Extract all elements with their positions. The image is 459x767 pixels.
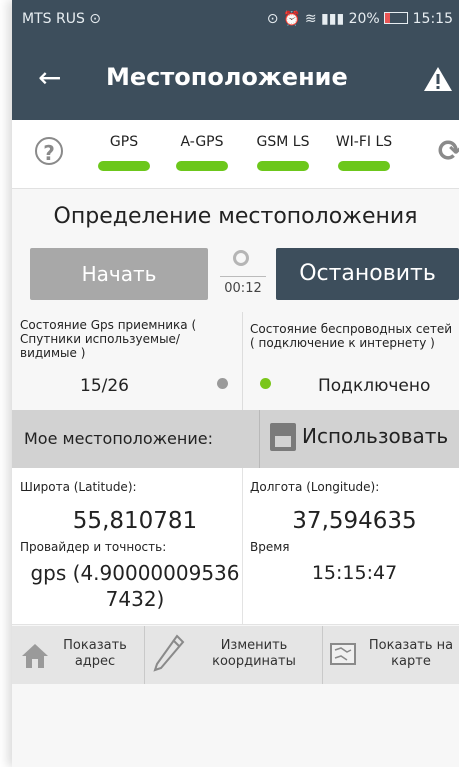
signal-icon: ▮▮▮ (321, 11, 345, 27)
use-location-text: Использовать (302, 424, 449, 448)
edit-coordinates-text: Изменить координаты (212, 638, 296, 669)
tab-a-gps[interactable]: A-GPS (172, 134, 232, 171)
wireless-status-dot (260, 378, 271, 389)
satellite-count: 15/26 (80, 376, 129, 396)
status-icons: ⊙ ⏰ ≋ ▮▮▮ 20% 15:15 (267, 11, 453, 27)
warning-icon[interactable] (423, 66, 453, 96)
tab-gps-label: GPS (109, 134, 139, 150)
gps-status-label: Состояние Gps приемника ( Спутники испол… (20, 318, 197, 360)
latitude-label: Широта (Latitude): (20, 480, 137, 494)
tab-gsm-ls-label: GSM LS (256, 134, 310, 150)
provider-value: gps (4.90000009536 7432) (30, 561, 240, 611)
map-icon (330, 643, 356, 665)
wifi-icon: ≋ (304, 11, 317, 27)
bottom-action-bar: Показать адрес Изменить координаты Показ… (12, 626, 459, 684)
wireless-status-label: Состояние беспроводных сетей ( подключен… (250, 322, 452, 350)
tab-a-gps-indicator (176, 161, 228, 171)
status-bar: MTS RUS ⊙ ⊙ ⏰ ≋ ▮▮▮ 20% 15:15 (12, 0, 459, 40)
use-location-button[interactable]: Использовать (259, 410, 459, 468)
tab-gsm-ls-indicator (257, 161, 309, 171)
back-arrow-icon[interactable]: ← (38, 60, 61, 96)
help-icon[interactable]: ? (35, 137, 63, 165)
home-icon (22, 644, 48, 668)
vpn-icon: ⊙ (89, 11, 102, 27)
tab-a-gps-label: A-GPS (180, 134, 224, 150)
wireless-status-value: Подключено (318, 376, 431, 396)
coordinates-right-column: Долгота (Longitude): 37,594635 Время 15:… (250, 480, 459, 584)
coordinates-panel: Широта (Latitude): 55,810781 Провайдер и… (12, 468, 459, 625)
tab-gsm-ls[interactable]: GSM LS (251, 134, 315, 171)
show-on-map-button[interactable]: Показать на карте (323, 626, 459, 684)
phone-screen: MTS RUS ⊙ ⊙ ⏰ ≋ ▮▮▮ 20% 15:15 ← Местопол… (12, 0, 459, 767)
coordinates-left-column: Широта (Latitude): 55,810781 Провайдер и… (20, 480, 250, 612)
tab-gps[interactable]: GPS (94, 134, 154, 171)
tab-wifi-ls[interactable]: WI-FI LS (332, 134, 396, 171)
show-address-text: Показать адрес (63, 638, 127, 669)
edit-coordinates-button[interactable]: Изменить координаты (145, 626, 323, 684)
page-title: Местоположение (106, 63, 348, 91)
longitude-value: 37,594635 (292, 508, 417, 534)
battery-icon (384, 12, 409, 24)
refresh-icon[interactable]: ⟳ (438, 134, 459, 169)
location-icon: ⊙ (266, 11, 279, 27)
gps-mode-row: ? GPS A-GPS GSM LS WI-FI LS ⟳ (12, 120, 459, 189)
tab-wifi-ls-indicator (338, 161, 390, 171)
tab-wifi-ls-label: WI-FI LS (335, 134, 393, 150)
alarm-icon: ⏰ (282, 11, 301, 27)
carrier-text: MTS RUS (22, 11, 85, 27)
provider-label: Провайдер и точность: (20, 540, 167, 554)
pencil-icon (153, 634, 185, 672)
carrier-label: MTS RUS ⊙ (22, 11, 101, 27)
app-bar: ← Местоположение (12, 40, 459, 120)
time-label: Время (250, 540, 290, 554)
show-on-map-text: Показать на карте (368, 638, 454, 669)
time-value: 15:15:47 (311, 562, 398, 584)
gps-status-dot (217, 378, 228, 389)
battery-percent: 20% (348, 11, 380, 27)
tab-gps-indicator (98, 161, 150, 171)
latitude-value: 55,810781 (72, 508, 198, 534)
start-button[interactable]: Начать (30, 248, 208, 300)
timer-text: 00:12 (220, 276, 266, 296)
stop-button[interactable]: Остановить (276, 248, 459, 300)
my-location-label: Мое местоположение: (12, 410, 259, 468)
divider (242, 312, 243, 410)
save-icon (270, 423, 296, 451)
longitude-label: Долгота (Longitude): (250, 480, 380, 494)
progress-spinner-icon (233, 250, 249, 266)
show-address-button[interactable]: Показать адрес (12, 626, 145, 684)
clock-text: 15:15 (412, 11, 453, 27)
section-title: Определение местоположения (53, 204, 418, 229)
